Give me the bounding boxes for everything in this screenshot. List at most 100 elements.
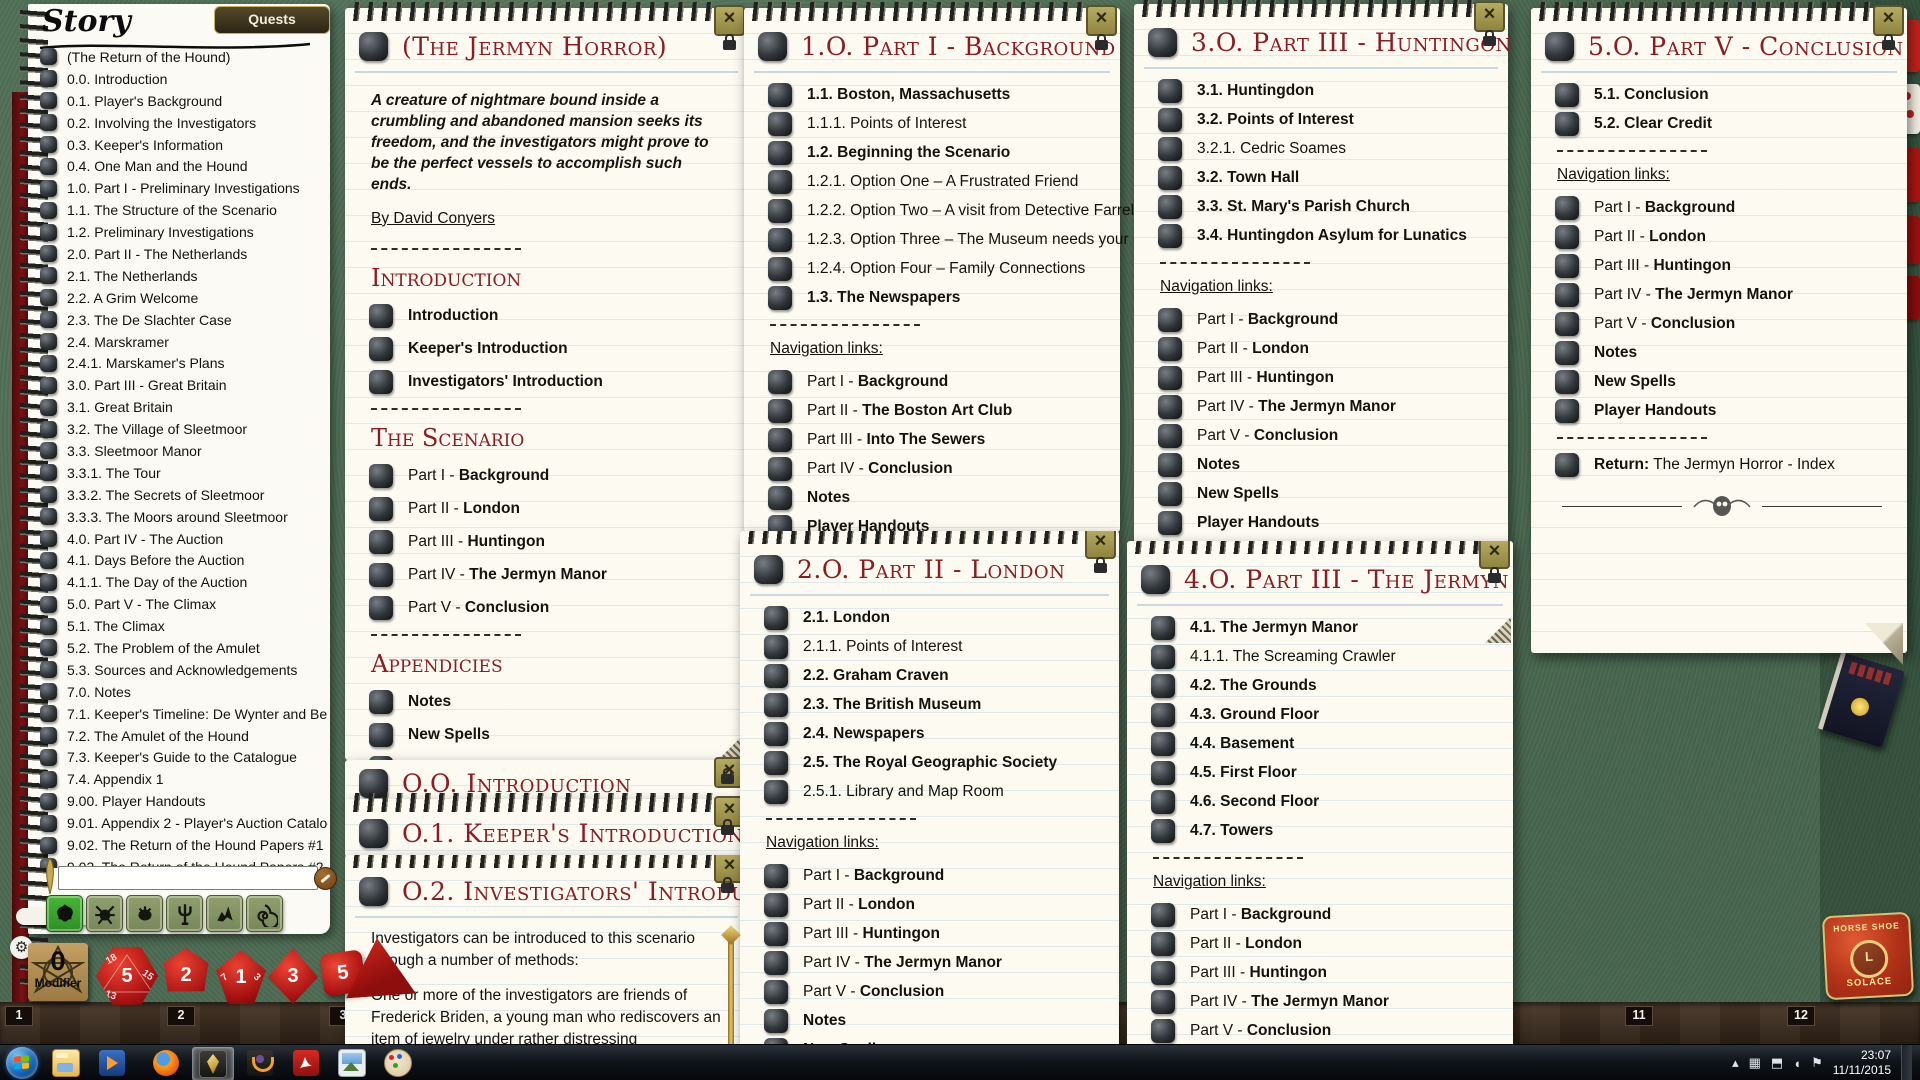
lock-icon[interactable] <box>723 40 736 50</box>
story-list-item[interactable]: 2.4. Marskramer <box>40 331 328 353</box>
star-spawn-icon[interactable] <box>86 895 123 932</box>
nav-link[interactable]: Part II - The Boston Art Club <box>768 399 1102 423</box>
grid-tray-icon[interactable]: ▦ <box>1749 1055 1761 1071</box>
topic-bullet-icon[interactable] <box>764 722 788 746</box>
topic-bullet-icon[interactable] <box>768 112 792 136</box>
topic-bullet-icon[interactable] <box>40 180 57 197</box>
topic-bullet-icon[interactable] <box>1158 137 1182 161</box>
topic-link[interactable]: 3.4. Huntingdon Asylum for Lunatics <box>1158 224 1490 248</box>
quests-button[interactable]: Quests <box>214 6 330 34</box>
lock-icon[interactable] <box>721 883 734 893</box>
topic-bullet-icon[interactable] <box>40 399 57 416</box>
display-tray-icon[interactable]: ⬒ <box>1771 1055 1783 1071</box>
nav-link[interactable]: Part III - Into The Sewers <box>768 428 1102 452</box>
topic-bullet-icon[interactable] <box>1141 565 1170 594</box>
note-entry-input[interactable] <box>58 866 318 890</box>
topic-link[interactable]: 3.1. Huntingdon <box>1158 79 1490 103</box>
topic-bullet-icon[interactable] <box>764 693 788 717</box>
topic-bullet-icon[interactable] <box>768 370 792 394</box>
topic-bullet-icon[interactable] <box>369 304 393 328</box>
topic-bullet-icon[interactable] <box>764 1009 788 1033</box>
topic-bullet-icon[interactable] <box>40 574 57 591</box>
topic-bullet-icon[interactable] <box>1151 674 1175 698</box>
lock-icon[interactable] <box>721 774 734 784</box>
topic-bullet-icon[interactable] <box>1151 1019 1175 1043</box>
d12-die[interactable]: 2 <box>160 948 212 1002</box>
topic-link[interactable]: 1.2.4. Option Four – Family Connections <box>768 257 1102 281</box>
topic-bullet-icon[interactable] <box>764 980 788 1004</box>
window-part2-london[interactable]: 2.O. Part II - London 2.1. London 2.1.1.… <box>740 531 1119 1080</box>
story-list-item[interactable]: 3.3.3. The Moors around Sleetmoor <box>40 506 328 528</box>
lock-icon[interactable] <box>1882 40 1895 50</box>
topic-bullet-icon[interactable] <box>40 442 57 459</box>
story-list-item[interactable]: 5.2. The Problem of the Amulet <box>40 637 328 659</box>
story-list-item[interactable]: 2.4.1. Marskamer's Plans <box>40 352 328 374</box>
topic-bullet-icon[interactable] <box>764 635 788 659</box>
topic-bullet-icon[interactable] <box>764 606 788 630</box>
show-desktop-button[interactable] <box>1901 1045 1912 1080</box>
topic-link[interactable]: Part III - Huntingon <box>369 530 730 554</box>
window-part1-background[interactable]: 1.O. Part I - Background 1.1. Boston, Ma… <box>744 8 1120 532</box>
topic-bullet-icon[interactable] <box>1555 225 1579 249</box>
topic-link[interactable]: 4.1.1. The Screaming Crawler <box>1151 645 1495 669</box>
topic-bullet-icon[interactable] <box>1555 283 1579 307</box>
close-button[interactable] <box>1873 5 1904 36</box>
topic-bullet-icon[interactable] <box>1158 424 1182 448</box>
story-list-item[interactable]: 5.0. Part V - The Climax <box>40 593 328 615</box>
story-list-item[interactable]: 9.00. Player Handouts <box>40 790 328 812</box>
topic-bullet-icon[interactable] <box>40 158 57 175</box>
topic-bullet-icon[interactable] <box>40 837 57 854</box>
nav-link[interactable]: Player Handouts <box>1555 399 1889 423</box>
story-list-item[interactable]: 1.1. The Structure of the Scenario <box>40 199 328 221</box>
nav-link[interactable]: Notes <box>1555 341 1889 365</box>
topic-link[interactable]: 4.5. First Floor <box>1151 761 1495 785</box>
topic-bullet-icon[interactable] <box>40 727 57 744</box>
story-list-item[interactable]: 0.0. Introduction <box>40 68 328 90</box>
story-list-item[interactable]: 7.1. Keeper's Timeline: De Wynter and Be… <box>40 703 328 725</box>
numbered-tab[interactable]: 1 <box>5 1006 33 1026</box>
nav-link[interactable]: Part I - Background <box>764 864 1101 888</box>
topic-bullet-icon[interactable] <box>40 618 57 635</box>
topic-bullet-icon[interactable] <box>40 92 57 109</box>
topic-link[interactable]: 4.6. Second Floor <box>1151 790 1495 814</box>
topic-bullet-icon[interactable] <box>768 428 792 452</box>
nav-link[interactable]: Part V - Conclusion <box>1151 1019 1495 1043</box>
topic-bullet-icon[interactable] <box>1555 370 1579 394</box>
d8-die[interactable]: 3 <box>268 948 318 1004</box>
nav-link[interactable]: Part II - London <box>1555 225 1889 249</box>
nav-link[interactable]: Part I - Background <box>768 370 1102 394</box>
story-list-item[interactable]: 0.1. Player's Background <box>40 90 328 112</box>
lock-icon[interactable] <box>1483 36 1496 46</box>
topic-bullet-icon[interactable] <box>1158 395 1182 419</box>
topic-bullet-icon[interactable] <box>764 893 788 917</box>
numbered-tab[interactable]: 2 <box>167 1006 195 1026</box>
topic-link[interactable]: 2.5.1. Library and Map Room <box>764 780 1101 804</box>
topic-bullet-icon[interactable] <box>1151 732 1175 756</box>
topic-bullet-icon[interactable] <box>1545 32 1574 61</box>
night-gaunt-icon[interactable] <box>206 895 243 932</box>
edit-pencil-button[interactable] <box>314 867 337 890</box>
topic-link[interactable]: 1.2. Beginning the Scenario <box>768 141 1102 165</box>
story-list-item[interactable]: 0.2. Involving the Investigators <box>40 112 328 134</box>
window-part5-conclusion[interactable]: 5.O. Part V - Conclusion 5.1. Conclusion… <box>1531 8 1907 653</box>
topic-bullet-icon[interactable] <box>1555 83 1579 107</box>
topic-bullet-icon[interactable] <box>1158 511 1182 535</box>
nav-link[interactable]: Notes <box>1158 453 1490 477</box>
action-center-tray-icon[interactable]: ⚑ <box>1811 1055 1823 1071</box>
topic-bullet-icon[interactable] <box>40 552 57 569</box>
topic-bullet-icon[interactable] <box>758 32 787 61</box>
topic-link[interactable]: 4.2. The Grounds <box>1151 674 1495 698</box>
nav-link[interactable]: Part III - Huntingon <box>1158 366 1490 390</box>
story-list-item[interactable]: 4.0. Part IV - The Auction <box>40 528 328 550</box>
tobacco-tin[interactable]: HORSE SHOE L SOLACE <box>1822 912 1914 1000</box>
topic-link[interactable]: 1.1. Boston, Massachusetts <box>768 83 1102 107</box>
topic-link[interactable]: 1.1.1. Points of Interest <box>768 112 1102 136</box>
nav-link[interactable]: Part V - Conclusion <box>764 980 1101 1004</box>
topic-bullet-icon[interactable] <box>764 751 788 775</box>
topic-link[interactable]: 4.4. Basement <box>1151 732 1495 756</box>
story-list-item[interactable]: (The Return of the Hound) <box>40 46 328 68</box>
nav-link[interactable]: Part II - London <box>764 893 1101 917</box>
topic-bullet-icon[interactable] <box>40 70 57 87</box>
topic-bullet-icon[interactable] <box>40 224 57 241</box>
nav-link[interactable]: New Spells <box>1158 482 1490 506</box>
